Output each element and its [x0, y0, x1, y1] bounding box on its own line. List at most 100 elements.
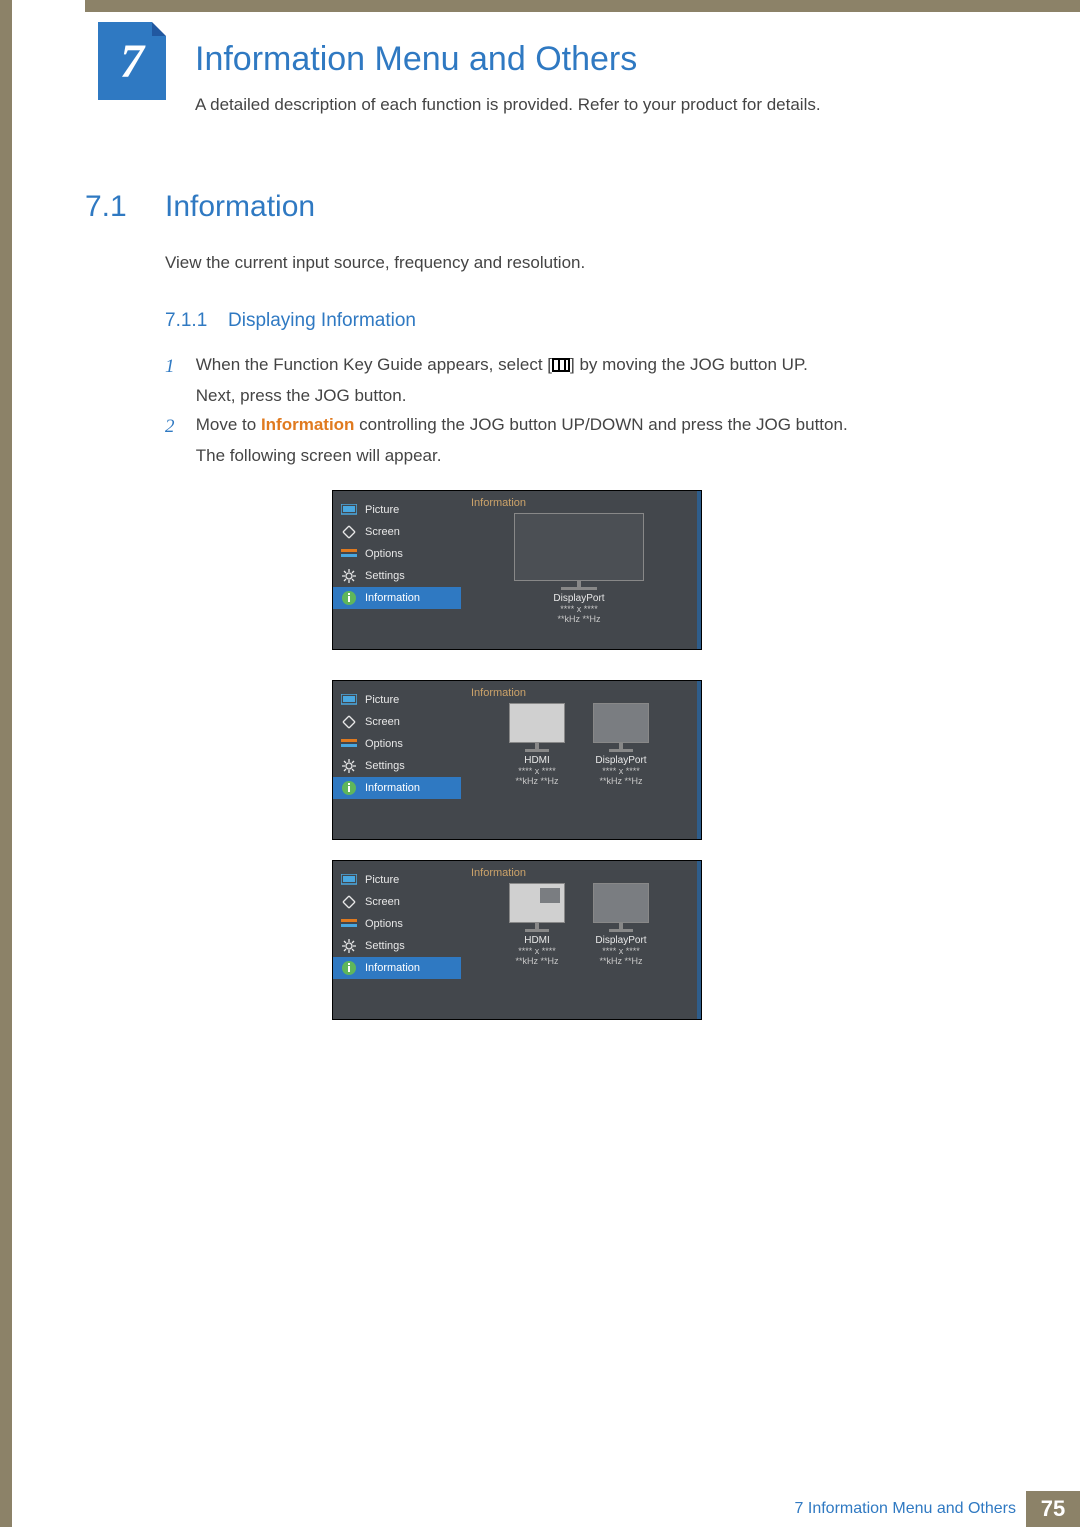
monitor-screen: [509, 703, 565, 743]
osd-menu-screen-label: Screen: [365, 526, 400, 538]
step-2: 2 Move to Information controlling the JO…: [165, 410, 916, 471]
page-left-stripe: [0, 0, 12, 1527]
menu-icon: [552, 358, 570, 372]
osd-menu: Picture Screen Options Settings Informat…: [333, 681, 461, 839]
picture-icon: [341, 503, 357, 517]
osd-panel-1: Picture Screen Options Settings Informat…: [332, 490, 702, 650]
monitor-resolution: **** x ****: [518, 946, 556, 956]
osd-accent-stripe: [697, 681, 701, 839]
monitor-base: [609, 749, 633, 752]
step-1-text-c: Next, press the JOG button.: [196, 386, 407, 405]
chapter-description: A detailed description of each function …: [195, 95, 821, 115]
monitor-frequency: **kHz **Hz: [515, 776, 558, 786]
picture-icon: [341, 873, 357, 887]
osd-menu-information-label: Information: [365, 592, 420, 604]
osd-menu-settings: Settings: [333, 935, 461, 957]
osd-menu-options-label: Options: [365, 918, 403, 930]
chapter-badge: 7: [98, 22, 166, 100]
monitor-right: DisplayPort **** x **** **kHz **Hz: [593, 703, 649, 786]
monitor-source: DisplayPort: [595, 935, 646, 946]
monitor-screen: [593, 703, 649, 743]
osd-menu-options-label: Options: [365, 548, 403, 560]
osd-content: Information HDMI **** x **** **kHz **Hz …: [461, 681, 697, 839]
monitor-resolution: **** x ****: [602, 766, 640, 776]
section-description: View the current input source, frequency…: [165, 253, 585, 273]
options-icon: [341, 547, 357, 561]
monitor-right: DisplayPort **** x **** **kHz **Hz: [593, 883, 649, 966]
osd-menu-screen-label: Screen: [365, 716, 400, 728]
section-number: 7.1: [85, 190, 127, 224]
subsection-number: 7.1.1: [165, 310, 207, 332]
osd-content: Information DisplayPort **** x **** **kH…: [461, 491, 697, 649]
osd-menu-picture: Picture: [333, 689, 461, 711]
osd-menu-information-label: Information: [365, 782, 420, 794]
osd-accent-stripe: [697, 491, 701, 649]
settings-icon: [341, 939, 357, 953]
chapter-title: Information Menu and Others: [195, 40, 637, 79]
osd-menu-information: Information: [333, 777, 461, 799]
osd-menu-settings: Settings: [333, 755, 461, 777]
monitor-frequency: **kHz **Hz: [599, 776, 642, 786]
monitor-base: [525, 929, 549, 932]
osd-heading: Information: [471, 497, 687, 509]
step-1-text-b: ] by moving the JOG button UP.: [570, 355, 808, 374]
monitor-base: [561, 587, 597, 590]
osd-menu: Picture Screen Options Settings Informat…: [333, 861, 461, 1019]
monitor-frequency: **kHz **Hz: [599, 956, 642, 966]
badge-fold: [152, 22, 166, 36]
monitor-resolution: **** x ****: [560, 604, 598, 614]
monitor-source: DisplayPort: [595, 755, 646, 766]
osd-menu-screen-label: Screen: [365, 896, 400, 908]
info-icon: [341, 591, 357, 605]
monitor-screen: [593, 883, 649, 923]
osd-menu-information: Information: [333, 957, 461, 979]
osd-content: Information HDMI **** x **** **kHz **Hz …: [461, 861, 697, 1019]
step-2-text-c: The following screen will appear.: [196, 446, 442, 465]
osd-panel-3: Picture Screen Options Settings Informat…: [332, 860, 702, 1020]
footer-chapter-text: 7 Information Menu and Others: [795, 1500, 1016, 1518]
osd-menu-options-label: Options: [365, 738, 403, 750]
section-title: Information: [165, 190, 315, 224]
osd-menu-settings: Settings: [333, 565, 461, 587]
info-icon: [341, 961, 357, 975]
monitor-left: HDMI **** x **** **kHz **Hz: [509, 883, 565, 966]
osd-menu-options: Options: [333, 913, 461, 935]
monitor-frequency: **kHz **Hz: [515, 956, 558, 966]
monitor-screen: [514, 513, 644, 581]
monitor-base: [609, 929, 633, 932]
monitor-row: DisplayPort **** x **** **kHz **Hz: [471, 513, 687, 624]
osd-heading: Information: [471, 687, 687, 699]
monitor-screen-pip: [509, 883, 565, 923]
monitor-source: DisplayPort: [553, 593, 604, 604]
osd-menu-information-label: Information: [365, 962, 420, 974]
settings-icon: [341, 759, 357, 773]
osd-menu-picture-label: Picture: [365, 504, 399, 516]
monitor-left: HDMI **** x **** **kHz **Hz: [509, 703, 565, 786]
screen-icon: [341, 715, 357, 729]
step-1: 1 When the Function Key Guide appears, s…: [165, 350, 916, 411]
osd-menu-information: Information: [333, 587, 461, 609]
options-icon: [341, 917, 357, 931]
osd-menu-picture: Picture: [333, 499, 461, 521]
monitor-row: HDMI **** x **** **kHz **Hz DisplayPort …: [471, 703, 687, 786]
monitor-source: HDMI: [524, 755, 550, 766]
osd-heading: Information: [471, 867, 687, 879]
monitor-source: HDMI: [524, 935, 550, 946]
step-1-number: 1: [165, 350, 191, 384]
osd-menu-options: Options: [333, 733, 461, 755]
osd-panel-2: Picture Screen Options Settings Informat…: [332, 680, 702, 840]
osd-menu-screen: Screen: [333, 711, 461, 733]
osd-accent-stripe: [697, 861, 701, 1019]
step-2-body: Move to Information controlling the JOG …: [196, 410, 916, 471]
step-2-text-b: controlling the JOG button UP/DOWN and p…: [354, 415, 847, 434]
monitor-resolution: **** x ****: [602, 946, 640, 956]
step-2-number: 2: [165, 410, 191, 444]
monitor-display: DisplayPort **** x **** **kHz **Hz: [514, 513, 644, 624]
monitor-resolution: **** x ****: [518, 766, 556, 776]
osd-menu-picture-label: Picture: [365, 694, 399, 706]
options-icon: [341, 737, 357, 751]
osd-menu-options: Options: [333, 543, 461, 565]
osd-menu-screen: Screen: [333, 891, 461, 913]
osd-menu-screen: Screen: [333, 521, 461, 543]
info-icon: [341, 781, 357, 795]
